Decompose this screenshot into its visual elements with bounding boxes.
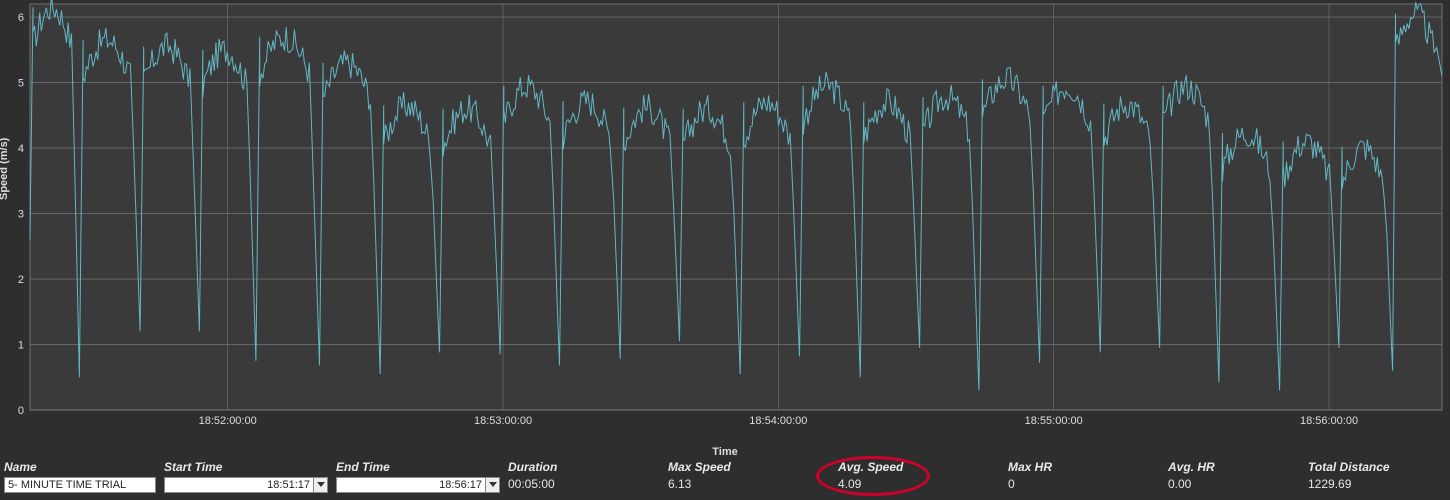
svg-text:18:53:00:00: 18:53:00:00 bbox=[474, 415, 532, 427]
duration-header: Duration bbox=[508, 460, 660, 474]
svg-text:3: 3 bbox=[18, 209, 24, 221]
svg-text:2: 2 bbox=[18, 274, 24, 286]
x-axis-label: Time bbox=[0, 446, 1450, 458]
avg-hr-header: Avg. HR bbox=[1168, 460, 1300, 474]
svg-text:18:52:00:00: 18:52:00:00 bbox=[199, 415, 257, 427]
end-time-input[interactable] bbox=[336, 477, 486, 493]
total-distance-value: 1229.69 bbox=[1308, 477, 1438, 491]
max-hr-header: Max HR bbox=[1008, 460, 1160, 474]
svg-text:18:54:00:00: 18:54:00:00 bbox=[749, 415, 807, 427]
max-hr-value: 0 bbox=[1008, 477, 1160, 491]
max-speed-value: 6.13 bbox=[668, 477, 830, 491]
svg-text:5: 5 bbox=[18, 78, 24, 90]
svg-text:18:55:00:00: 18:55:00:00 bbox=[1025, 415, 1083, 427]
start-time-header: Start Time bbox=[164, 460, 328, 474]
y-axis-label: Speed (m/s) bbox=[0, 138, 10, 200]
speed-time-chart[interactable]: 0 1 2 3 4 5 6 18:52:00:00 18:53:00:00 18:54:00:00… bbox=[0, 0, 1450, 440]
name-header: Name bbox=[4, 460, 156, 474]
summary-row: Name Start Time End Time Duration 0 bbox=[4, 460, 1446, 493]
end-time-dropdown[interactable] bbox=[486, 477, 500, 493]
chevron-down-icon bbox=[317, 482, 325, 488]
total-distance-header: Total Distance bbox=[1308, 460, 1438, 474]
chevron-down-icon bbox=[489, 482, 497, 488]
svg-text:1: 1 bbox=[18, 340, 24, 352]
max-speed-header: Max Speed bbox=[668, 460, 830, 474]
svg-text:6: 6 bbox=[18, 12, 24, 24]
svg-text:18:56:00:00: 18:56:00:00 bbox=[1300, 415, 1358, 427]
duration-value: 00:05:00 bbox=[508, 477, 660, 491]
name-input[interactable] bbox=[4, 477, 156, 493]
avg-speed-value: 4.09 bbox=[838, 477, 1000, 491]
start-time-dropdown[interactable] bbox=[314, 477, 328, 493]
end-time-header: End Time bbox=[336, 460, 500, 474]
avg-speed-header: Avg. Speed bbox=[838, 460, 1000, 474]
svg-text:0: 0 bbox=[18, 405, 24, 417]
svg-text:4: 4 bbox=[18, 143, 24, 155]
start-time-input[interactable] bbox=[164, 477, 314, 493]
avg-hr-value: 0.00 bbox=[1168, 477, 1300, 491]
